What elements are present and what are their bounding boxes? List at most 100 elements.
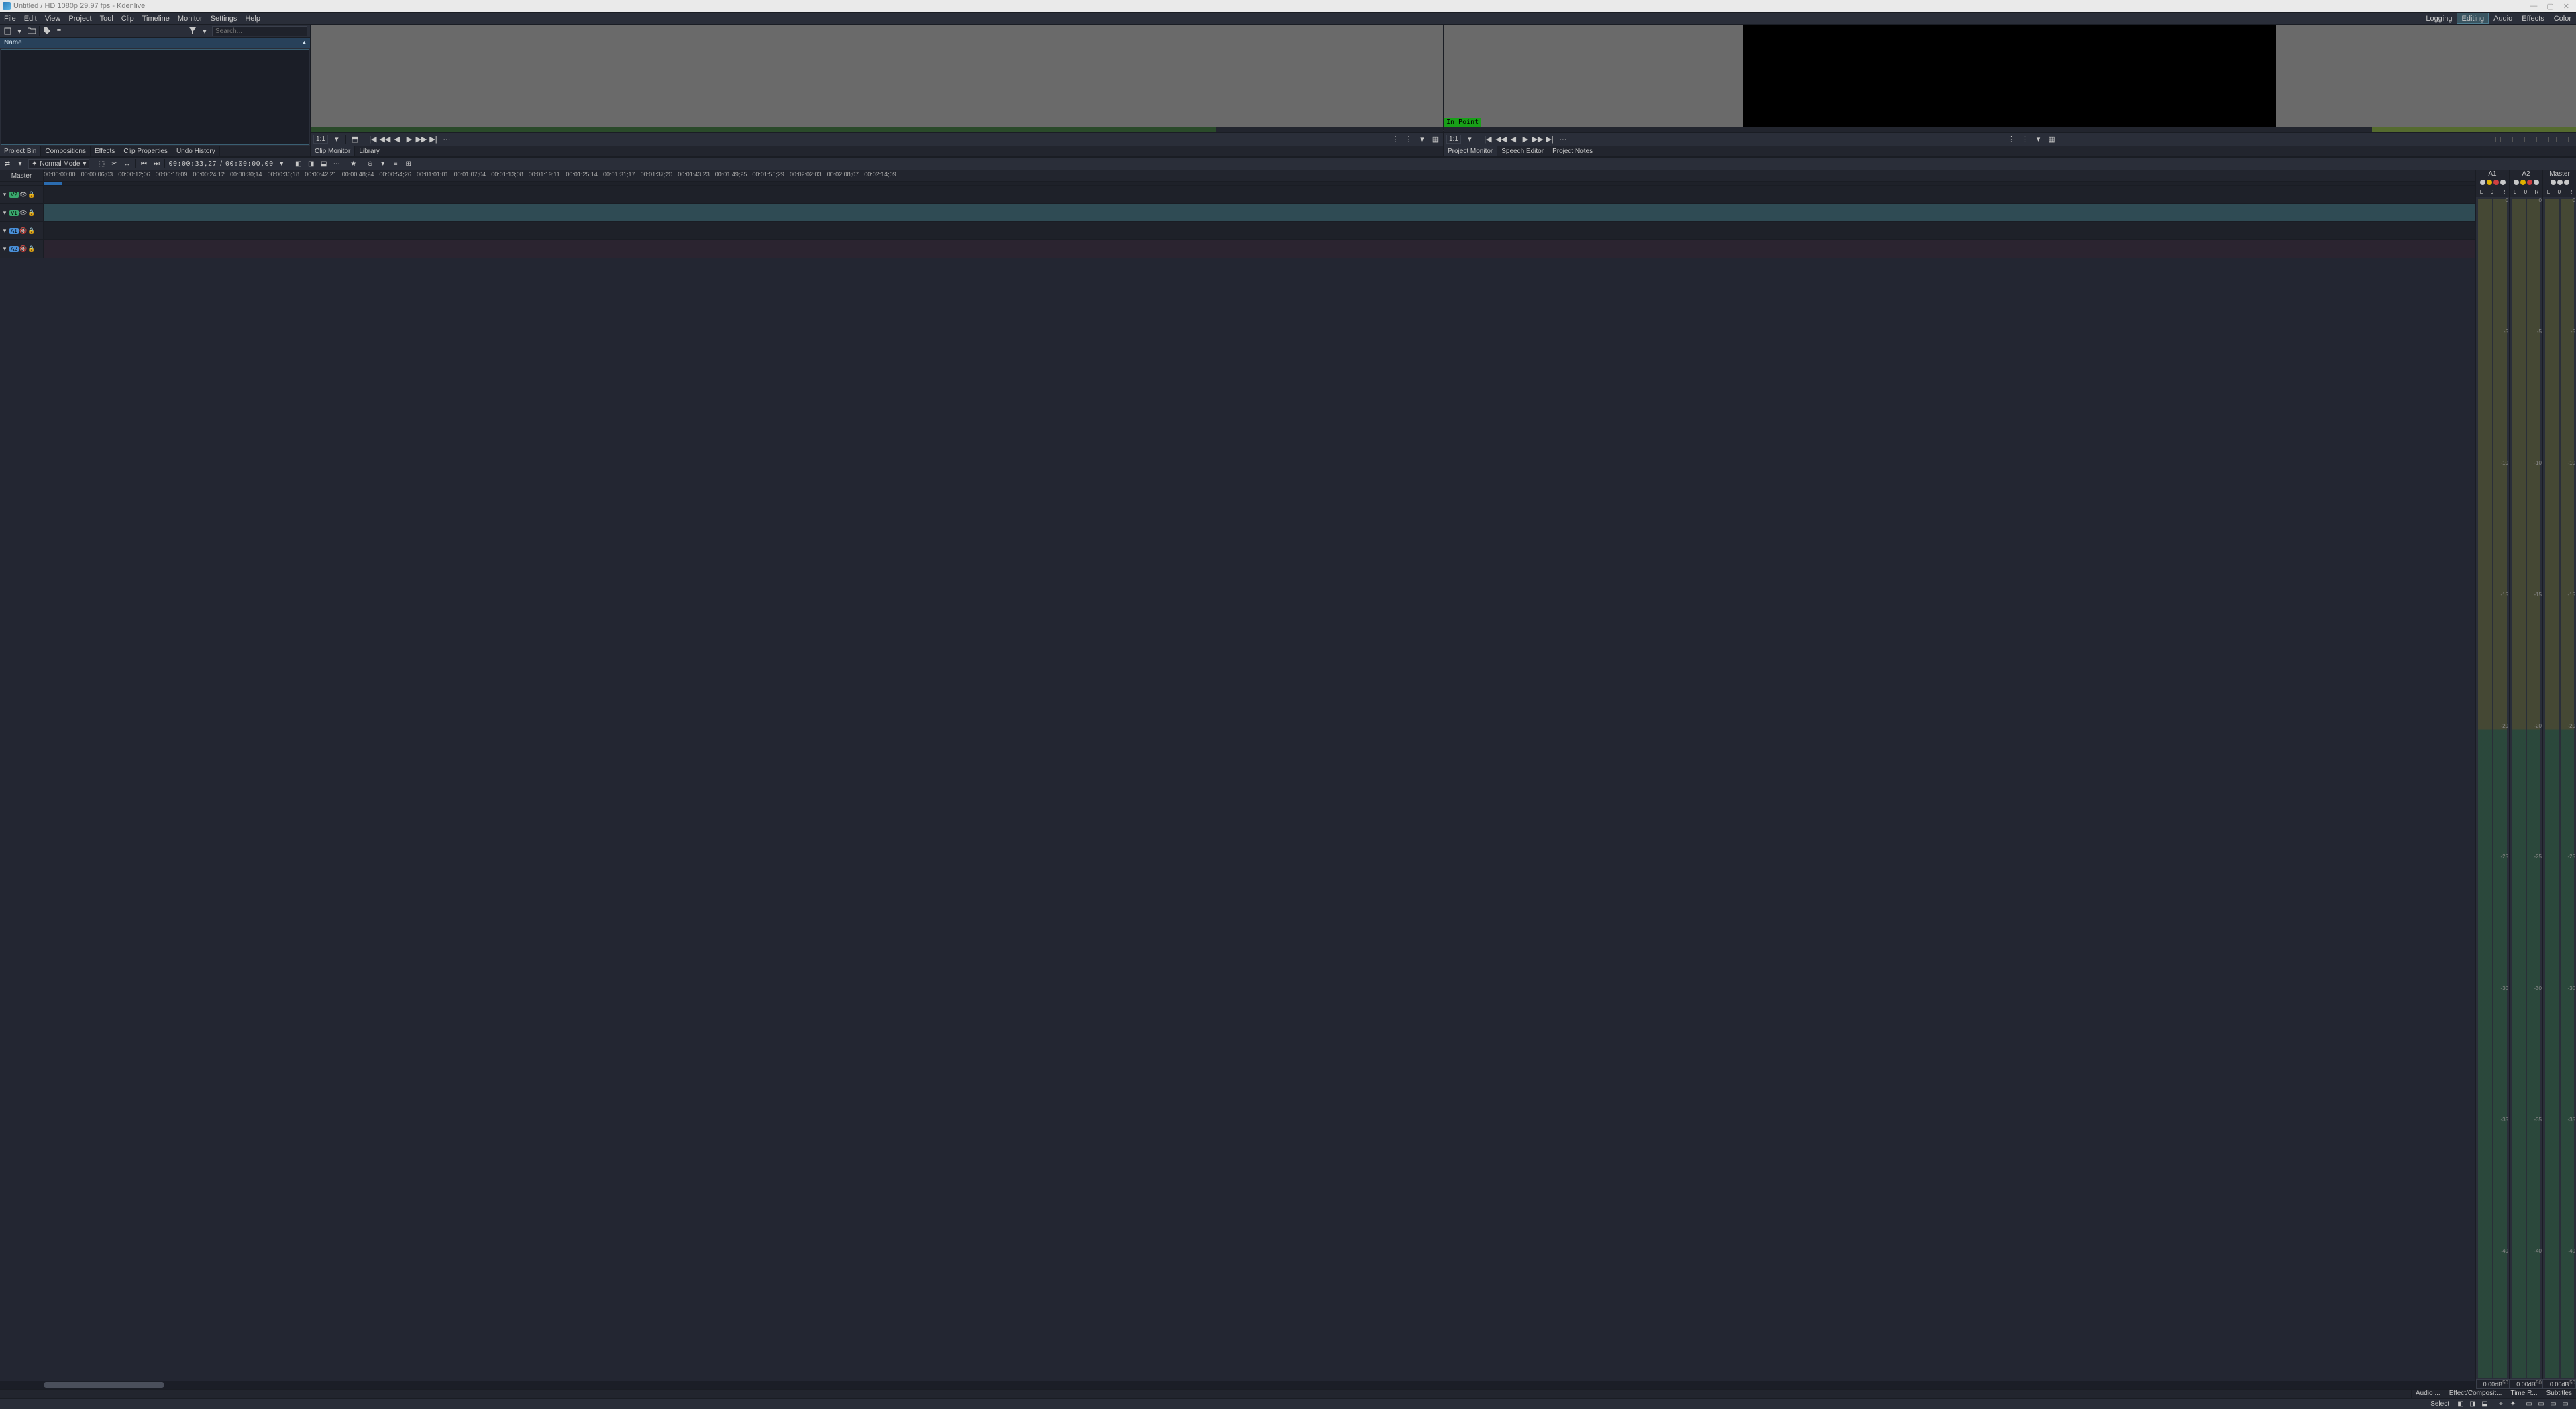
- tab-effects[interactable]: Effects: [91, 146, 119, 156]
- track-collapse-icon[interactable]: ▾: [1, 245, 8, 252]
- tab-clip-monitor[interactable]: Clip Monitor: [311, 146, 355, 156]
- project-grid-button[interactable]: ▦: [2047, 135, 2056, 144]
- a2-solo-button[interactable]: [2520, 180, 2526, 185]
- clip-step-back-button[interactable]: ◀: [392, 135, 402, 144]
- track-a1-body[interactable]: [44, 222, 2475, 239]
- status-thumb-c-icon[interactable]: ▭: [2548, 1400, 2558, 1409]
- status-target-c-icon[interactable]: ⬓: [2480, 1400, 2489, 1409]
- clip-more-button[interactable]: ⋯: [442, 135, 451, 144]
- track-a1-tag[interactable]: A1: [9, 228, 19, 234]
- track-v1-tag[interactable]: V1: [9, 210, 19, 216]
- workspace-audio[interactable]: Audio: [2489, 13, 2517, 24]
- project-marker2-button[interactable]: ⋮: [2020, 135, 2029, 144]
- timeline-empty-area[interactable]: [0, 258, 2475, 1381]
- clip-prev-keyframe-button[interactable]: |◀: [368, 135, 378, 144]
- tab-clip-properties[interactable]: Clip Properties: [119, 146, 172, 156]
- clip-monitor-ruler[interactable]: [311, 127, 1443, 132]
- status-target-a-icon[interactable]: ◧: [2456, 1400, 2465, 1409]
- timeline-horizontal-scrollbar[interactable]: [0, 1381, 2475, 1389]
- project-monitor-thumbnails[interactable]: [2496, 137, 2573, 142]
- filter-dropdown-icon[interactable]: ▾: [200, 26, 209, 36]
- marker-a-button[interactable]: ◧: [294, 159, 303, 168]
- a2-meter[interactable]: 0-5-10-15-20-25-30-35-40-50: [2510, 197, 2543, 1379]
- menu-file[interactable]: File: [0, 13, 20, 24]
- track-a1-lock-icon[interactable]: 🔒: [28, 227, 35, 234]
- clip-marker-button[interactable]: ⋮: [1391, 135, 1400, 144]
- project-set-in-button[interactable]: |◀: [1483, 135, 1493, 144]
- clip-monitor-zoom[interactable]: 1:1: [313, 135, 328, 144]
- project-more-button[interactable]: ⋯: [1558, 135, 1568, 144]
- timeline-zone-segment[interactable]: [44, 182, 62, 185]
- bin-search-input[interactable]: [213, 27, 307, 35]
- timeline-scroll-thumb[interactable]: [44, 1382, 164, 1388]
- track-a1-mute-icon[interactable]: 🔇: [20, 227, 27, 234]
- menu-view[interactable]: View: [41, 13, 65, 24]
- add-clip-dropdown-icon[interactable]: ▾: [15, 26, 24, 36]
- clip-set-in-button[interactable]: ⬒: [350, 135, 360, 144]
- track-collapse-icon[interactable]: ▾: [1, 209, 8, 216]
- tag-button[interactable]: [42, 26, 52, 36]
- mixer-channel-a1-label[interactable]: A1: [2476, 170, 2510, 180]
- timecode-position[interactable]: 00:00:33,27: [168, 160, 217, 168]
- timeline-ruler[interactable]: 00:00:00;0000:00:06;0300:00:12;0600:00:1…: [44, 170, 2475, 181]
- project-options-button[interactable]: ▾: [2033, 135, 2043, 144]
- status-snap-icon[interactable]: ⌖: [2496, 1400, 2506, 1409]
- timecode-duration[interactable]: 00:00:00,00: [225, 160, 274, 168]
- marker-b-button[interactable]: ◨: [307, 159, 316, 168]
- project-monitor-zoom[interactable]: 1:1: [1446, 135, 1461, 144]
- status-thumb-b-icon[interactable]: ▭: [2536, 1400, 2546, 1409]
- tab-undo-history[interactable]: Undo History: [172, 146, 220, 156]
- a2-fx-button[interactable]: [2534, 180, 2539, 185]
- tab-project-bin[interactable]: Project Bin: [0, 146, 41, 156]
- track-a2-body[interactable]: [44, 240, 2475, 258]
- track-header-a2[interactable]: ▾ A2 🔇 🔒: [0, 240, 44, 258]
- tab-speech-editor[interactable]: Speech Editor: [1497, 146, 1548, 156]
- a1-mute-button[interactable]: [2480, 180, 2485, 185]
- status-tab-time[interactable]: Time R...: [2506, 1390, 2541, 1398]
- tool-prev-button[interactable]: ⏮: [139, 159, 148, 168]
- clip-forward-button[interactable]: ▶▶: [417, 135, 426, 144]
- zoom-dropdown-icon[interactable]: ▾: [378, 159, 388, 168]
- clip-marker2-button[interactable]: ⋮: [1404, 135, 1413, 144]
- workspace-editing[interactable]: Editing: [2457, 13, 2489, 24]
- status-tab-audio[interactable]: Audio ...: [2411, 1390, 2445, 1398]
- tool-spacer-button[interactable]: ↔: [122, 159, 131, 168]
- tab-library[interactable]: Library: [355, 146, 384, 156]
- project-rewind-button[interactable]: ◀◀: [1497, 135, 1506, 144]
- menu-settings[interactable]: Settings: [207, 13, 241, 24]
- track-v1-body[interactable]: [44, 204, 2475, 221]
- track-v1-lock-icon[interactable]: 🔒: [28, 209, 35, 216]
- filter-icon[interactable]: [188, 26, 197, 36]
- edit-mode-select[interactable]: ✦ Normal Mode ▾: [28, 159, 89, 169]
- clip-next-keyframe-button[interactable]: ▶|: [429, 135, 438, 144]
- tab-compositions[interactable]: Compositions: [41, 146, 91, 156]
- track-a2-lock-icon[interactable]: 🔒: [28, 245, 35, 252]
- project-monitor-view[interactable]: In Point: [1444, 25, 2576, 127]
- window-close-icon[interactable]: ✕: [2563, 2, 2569, 11]
- status-zoom-icon[interactable]: ✦: [2508, 1400, 2518, 1409]
- tool-razor-button[interactable]: ✂: [109, 159, 119, 168]
- track-v2-body[interactable]: [44, 186, 2475, 203]
- clip-rewind-button[interactable]: ◀◀: [380, 135, 390, 144]
- master-track-label[interactable]: Master: [0, 170, 44, 181]
- workspace-color[interactable]: Color: [2549, 13, 2576, 24]
- status-thumb-a-icon[interactable]: ▭: [2524, 1400, 2534, 1409]
- zoom-out-button[interactable]: ⊖: [366, 159, 375, 168]
- menu-help[interactable]: Help: [241, 13, 264, 24]
- status-tab-effect[interactable]: Effect/Composit...: [2445, 1390, 2506, 1398]
- mixer-channel-a2-label[interactable]: A2: [2510, 170, 2543, 180]
- marker-c-button[interactable]: ⬓: [319, 159, 329, 168]
- track-header-v1[interactable]: ▾ V1 👁 🔒: [0, 204, 44, 221]
- master-meter[interactable]: 0-5-10-15-20-25-30-35-40-50: [2543, 197, 2576, 1379]
- marker-d-button[interactable]: ⋯: [332, 159, 341, 168]
- zoom-in-button[interactable]: ⊞: [404, 159, 413, 168]
- tab-project-monitor[interactable]: Project Monitor: [1444, 146, 1497, 156]
- zoom-fit-button[interactable]: ≡: [391, 159, 400, 168]
- master-mute-button[interactable]: [2551, 180, 2556, 185]
- clip-options-button[interactable]: ▾: [1417, 135, 1427, 144]
- track-v2-mute-icon[interactable]: 👁: [20, 191, 27, 198]
- tool-next-button[interactable]: ⏭: [152, 159, 161, 168]
- window-maximize-icon[interactable]: ▢: [2546, 2, 2553, 11]
- clip-grid-button[interactable]: ▦: [1431, 135, 1440, 144]
- a2-mute-button[interactable]: [2514, 180, 2519, 185]
